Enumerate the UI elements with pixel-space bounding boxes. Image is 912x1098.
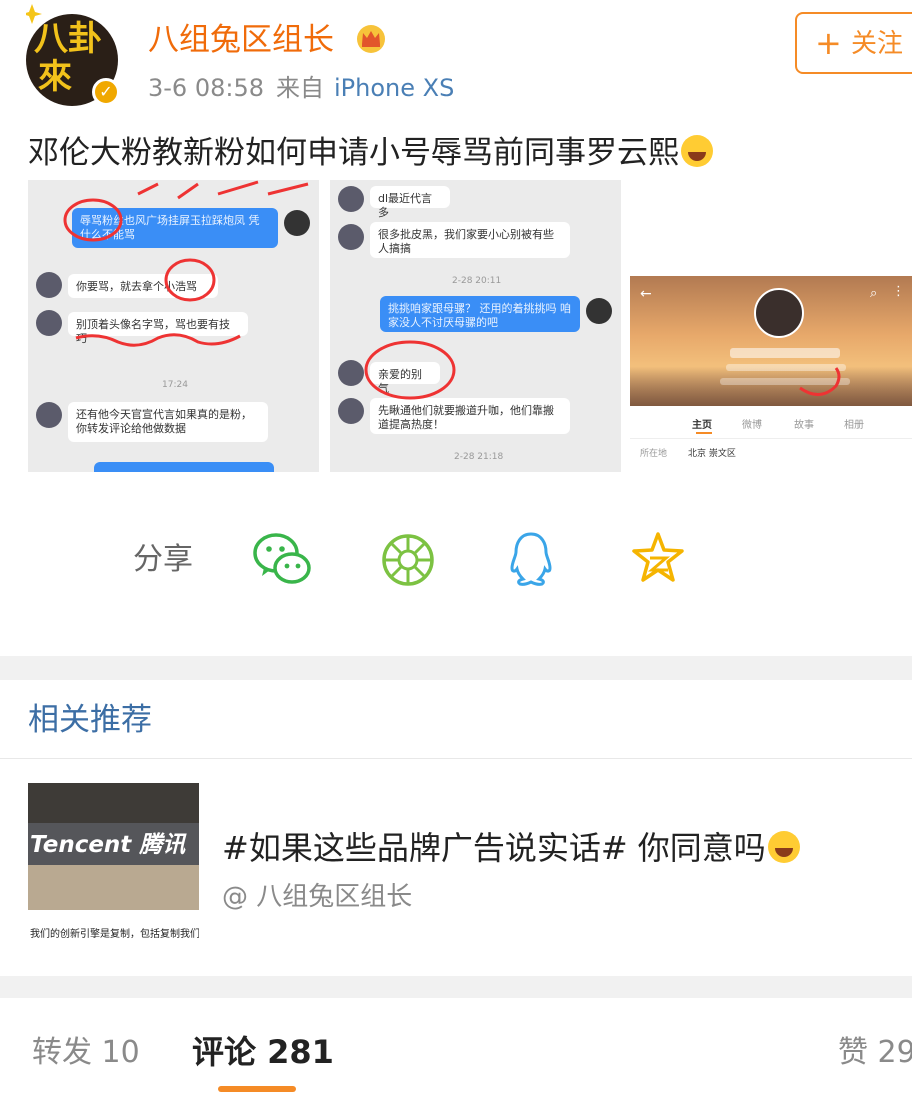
location-value: 北京 崇文区: [688, 449, 736, 459]
share-label: 分享: [133, 542, 193, 577]
sparkle-icon: [26, 4, 42, 24]
location-label: 所在地: [640, 449, 668, 459]
laugh-cry-emoji-icon: [767, 831, 800, 863]
profile-tab-weibo: 微博: [742, 420, 762, 431]
thumb-wall: [28, 783, 199, 823]
source-device-link[interactable]: iPhone XS: [334, 72, 454, 104]
post-text: 邓伦大粉教新粉如何申请小号辱骂前同事罗云熙: [28, 132, 713, 174]
avatar-text: 來: [38, 57, 72, 97]
tab-like[interactable]: 赞 29: [838, 1034, 912, 1072]
tab-active-indicator: [218, 1086, 296, 1092]
moments-icon[interactable]: [380, 532, 436, 588]
related-item-title-text: #如果这些品牌广告说实话# 你同意吗: [222, 829, 766, 867]
verified-icon: ✓: [92, 78, 120, 106]
qzone-icon[interactable]: [630, 530, 686, 586]
section-divider: [0, 976, 912, 998]
post-image-1[interactable]: 辱骂粉丝也风广场挂屏玉拉踩炮凤 凭什么不能骂 你要骂，就去拿个小浩骂 别顶着头像…: [28, 180, 319, 472]
plus-icon: +: [815, 24, 842, 62]
post-time: 3-6 08:58: [148, 74, 264, 102]
profile-tab-home: 主页: [692, 420, 712, 431]
related-item-author: @ 八组兔区组长: [222, 882, 413, 912]
profile-tab-album: 相册: [844, 420, 864, 431]
source-label: 来自: [276, 74, 324, 102]
profile-tab-story: 故事: [794, 420, 814, 431]
section-divider: [0, 656, 912, 680]
thumb-ground: [28, 865, 199, 910]
red-annotation: [364, 340, 456, 400]
post-image-3[interactable]: ← ⌕ ⋮ 主页 微博 故事 相册 所在地 北京 崇文区: [630, 180, 912, 472]
post-text-content: 邓伦大粉教新粉如何申请小号辱骂前同事罗云熙: [28, 135, 679, 171]
divider: [0, 758, 912, 759]
follow-button[interactable]: + 关注: [795, 12, 912, 74]
username[interactable]: 八组兔区组长: [148, 20, 334, 60]
wechat-icon[interactable]: [252, 530, 312, 588]
related-thumbnail[interactable]: Tencent 腾讯 我们的创新引擎是复制，包括复制我们: [28, 783, 199, 954]
crown-icon: [357, 25, 385, 53]
avatar-text: 八卦: [34, 19, 102, 59]
profile-tabs: [630, 406, 912, 439]
laugh-cry-emoji-icon: [681, 135, 713, 167]
tab-repost[interactable]: 转发 10: [32, 1034, 140, 1072]
thumb-sign-text: Tencent 腾讯: [30, 832, 186, 858]
follow-label: 关注: [851, 29, 904, 59]
profile-tab-indicator: [696, 432, 712, 434]
qq-icon[interactable]: [506, 530, 556, 588]
red-annotation: [63, 180, 309, 347]
tab-comment[interactable]: 评论 281: [192, 1032, 334, 1072]
thumb-caption: 我们的创新引擎是复制，包括复制我们: [30, 929, 199, 940]
related-title: 相关推荐: [28, 702, 152, 738]
post-image-2[interactable]: dl最近代言多 很多批皮黑，我们家要小心别被有些人搞搞 2-28 20:11 挑…: [330, 180, 621, 472]
related-item-title[interactable]: #如果这些品牌广告说实话# 你同意吗: [222, 826, 800, 870]
